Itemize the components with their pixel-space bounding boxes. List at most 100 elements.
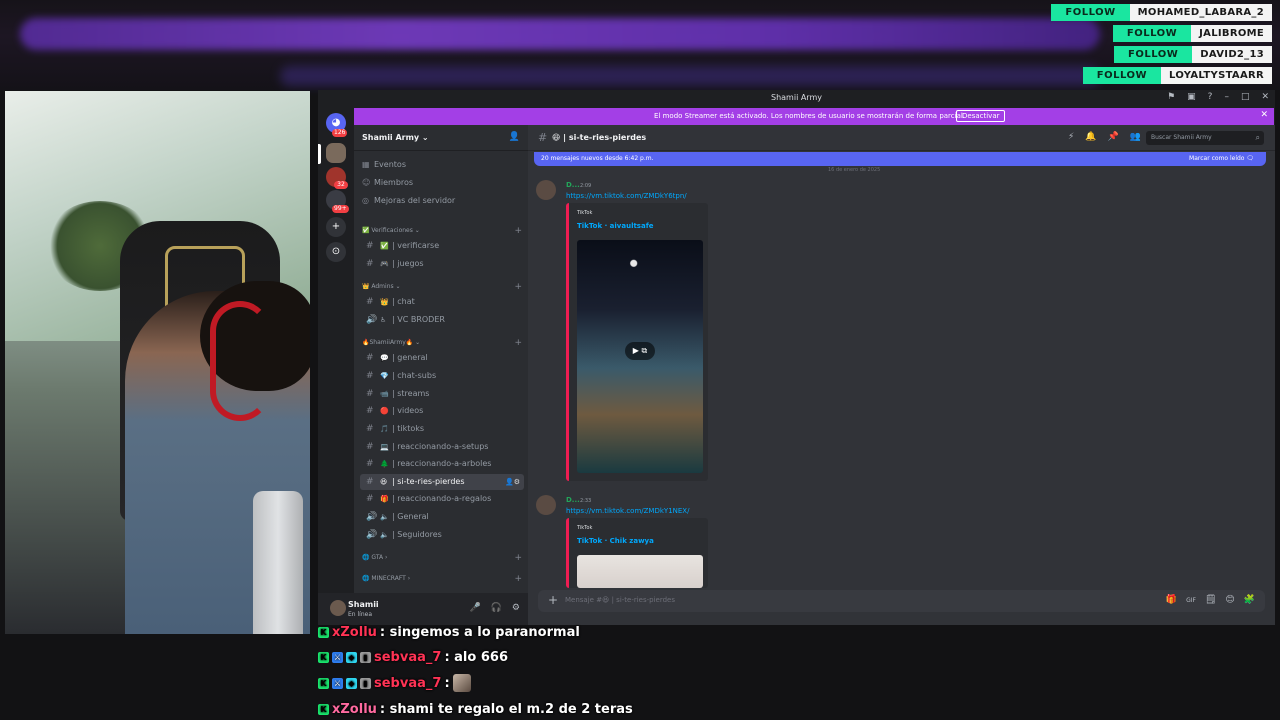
- headphones-icon[interactable]: 🎧: [491, 603, 502, 613]
- message-input[interactable]: Mensaje #😆 | si-te-ries-pierdes: [565, 596, 675, 604]
- add-server-icon[interactable]: +: [326, 217, 346, 237]
- help-icon[interactable]: ?: [1208, 92, 1213, 102]
- members-icon: ☺: [362, 178, 371, 187]
- channel-label: | tiktoks: [392, 424, 425, 433]
- channel-reaccionando-a-setups[interactable]: # 💻 | reaccionando-a-setups: [360, 439, 524, 455]
- embed-title[interactable]: TikTok · aivaultsafe: [577, 222, 654, 230]
- category-verificaciones[interactable]: ✅ Verificaciones ⌄ +: [362, 225, 522, 237]
- channel-emoji: 💻: [380, 443, 389, 451]
- add-channel-icon[interactable]: +: [514, 281, 522, 293]
- channel-chat[interactable]: # 👑 | chat: [360, 294, 524, 310]
- channel-streams[interactable]: # 📹 | streams: [360, 386, 524, 402]
- message-author[interactable]: D...: [566, 181, 580, 189]
- banner-close-icon[interactable]: ✕: [1260, 110, 1268, 120]
- message-link[interactable]: https://vm.tiktok.com/ZMDkY6tpn/: [566, 192, 687, 200]
- server-name[interactable]: Shamii Army ⌄: [362, 133, 429, 142]
- add-channel-icon[interactable]: +: [514, 573, 522, 585]
- avatar[interactable]: [330, 600, 346, 616]
- chat-header: # 😆 | si-te-ries-pierdes ⚡ 🔔 📌 👥 Buscar …: [528, 125, 1275, 151]
- avatar[interactable]: [536, 180, 556, 200]
- sticker-icon[interactable]: 🗒: [1205, 595, 1216, 607]
- channel-label: | chat-subs: [392, 371, 437, 380]
- pinned-messages-icon[interactable]: 📌: [1108, 132, 1119, 142]
- channel-emoji: 🎮: [380, 260, 389, 268]
- message-author[interactable]: D...: [566, 496, 580, 504]
- voice-channel-seguidores[interactable]: 🔊 🔈 | Seguidores: [360, 527, 524, 543]
- channel-si-te-ries-pierdes[interactable]: # 😆 | si-te-ries-pierdes 👤⚙: [360, 474, 524, 490]
- channel-label: | reaccionando-a-regalos: [392, 494, 492, 503]
- member-list-icon[interactable]: 👥: [1130, 132, 1141, 142]
- webcam-water-bottle: [253, 491, 303, 634]
- channel-tiktoks[interactable]: # 🎵 | tiktoks: [360, 421, 524, 437]
- user-name: Shamii: [348, 600, 379, 609]
- add-channel-icon[interactable]: +: [514, 337, 522, 349]
- channel-videos[interactable]: # 🔴 | videos: [360, 403, 524, 419]
- inbox-flag-icon[interactable]: ⚑: [1167, 92, 1175, 102]
- channel-juegos[interactable]: # 🎮 | juegos: [360, 256, 524, 272]
- embed-provider: TikTok: [577, 525, 593, 531]
- channel-emoji: 😆: [380, 478, 388, 486]
- subscriber-badge-icon: ▮: [360, 677, 371, 689]
- header-icons: ⚡ 🔔 📌 👥: [1068, 132, 1141, 142]
- channel-verificarse[interactable]: # ✅ | verificarse: [360, 238, 524, 254]
- add-channel-icon[interactable]: +: [514, 552, 522, 564]
- category-minecraft[interactable]: 🌐 MINECRAFT › +: [362, 573, 522, 585]
- channel-label: | videos: [392, 406, 424, 415]
- category-gta[interactable]: 🌐 GTA › +: [362, 552, 522, 564]
- window-controls: ⚑ ▣ ? – □ ✕: [1167, 92, 1269, 102]
- attach-plus-icon[interactable]: +: [548, 593, 558, 607]
- nav-members[interactable]: ☺ Miembros: [362, 176, 522, 190]
- avatar[interactable]: [536, 495, 556, 515]
- follow-label: FOLLOW: [1112, 25, 1192, 42]
- close-icon[interactable]: ✕: [1261, 92, 1269, 102]
- explore-servers-icon[interactable]: ⊙: [326, 242, 346, 262]
- stream-chat-message: K xZollu : shami te regalo el m.2 de 2 t…: [318, 698, 633, 720]
- text-channel-icon: #: [366, 477, 374, 487]
- minimize-icon[interactable]: –: [1224, 92, 1229, 102]
- channel-general[interactable]: # 💬 | general: [360, 350, 524, 366]
- follow-label: FOLLOW: [1082, 67, 1161, 84]
- category-admins[interactable]: 👑 Admins ⌄ +: [362, 281, 522, 293]
- channel-settings-icon[interactable]: 👤⚙: [505, 474, 520, 490]
- search-placeholder: Buscar Shamii Army: [1151, 134, 1212, 141]
- category-label: ✅ Verificaciones ⌄: [362, 227, 420, 234]
- new-messages-bar[interactable]: 20 mensajes nuevos desde 6:42 p.m. Marca…: [534, 152, 1266, 166]
- gift-icon[interactable]: 🎁: [1166, 595, 1177, 607]
- embed-video-thumbnail[interactable]: [577, 555, 703, 588]
- threads-icon[interactable]: ⚡: [1068, 132, 1074, 142]
- invite-people-icon[interactable]: 👤: [509, 132, 520, 142]
- play-video-icon[interactable]: ▶ ⧉: [625, 342, 655, 360]
- voice-channel-icon: 🔊: [366, 530, 378, 540]
- apps-icon[interactable]: 🧩: [1244, 595, 1255, 607]
- server-header[interactable]: Shamii Army ⌄ 👤: [354, 125, 528, 151]
- channel-reaccionando-a-arboles[interactable]: # 🌲 | reaccionando-a-arboles: [360, 456, 524, 472]
- category-shamiiarmy[interactable]: 🔥ShamiiArmy🔥 ⌄ +: [362, 337, 522, 349]
- add-channel-icon[interactable]: +: [514, 225, 522, 237]
- server-icon-shamii-army[interactable]: [326, 143, 346, 163]
- embed-title[interactable]: TikTok · Chik zawya: [577, 537, 654, 545]
- search-input[interactable]: Buscar Shamii Army ⌕: [1146, 131, 1264, 145]
- gif-icon[interactable]: GIF: [1186, 595, 1196, 607]
- voice-channel-general[interactable]: 🔊 🔈 | General: [360, 509, 524, 525]
- link-embed: TikTok TikTok · aivaultsafe ▶ ⧉: [566, 203, 708, 481]
- maximize-icon[interactable]: □: [1241, 92, 1250, 102]
- nav-events[interactable]: ▦ Eventos: [362, 158, 522, 172]
- window-title: Shamii Army: [771, 93, 822, 102]
- channel-chat-subs[interactable]: # 💎 | chat-subs: [360, 368, 524, 384]
- disable-streamer-mode-button[interactable]: Desactivar: [956, 110, 1006, 122]
- settings-gear-icon[interactable]: ⚙: [512, 603, 520, 613]
- category-label: 👑 Admins ⌄: [362, 283, 401, 290]
- mark-as-read-button[interactable]: Marcar como leído 🗨: [1189, 152, 1254, 166]
- category-label: 🌐 GTA ›: [362, 554, 388, 561]
- microphone-icon[interactable]: 🎤: [469, 603, 480, 613]
- channel-vc-broder[interactable]: 🔊 ♿ | VC BRODER: [360, 312, 524, 328]
- screen-icon[interactable]: ▣: [1187, 92, 1196, 102]
- notification-bell-icon[interactable]: 🔔: [1085, 132, 1096, 142]
- channel-reaccionando-a-regalos[interactable]: # 🎁 | reaccionando-a-regalos: [360, 491, 524, 507]
- text-channel-icon: #: [366, 424, 374, 434]
- emoji-icon[interactable]: 😊: [1225, 595, 1234, 607]
- nav-server-boosts[interactable]: ◎ Mejoras del servidor: [362, 194, 522, 208]
- embed-video-thumbnail[interactable]: ▶ ⧉: [577, 240, 703, 473]
- message-link[interactable]: https://vm.tiktok.com/ZMDkY1NEX/: [566, 507, 689, 515]
- message-composer[interactable]: + Mensaje #😆 | si-te-ries-pierdes 🎁 GIF …: [538, 590, 1265, 612]
